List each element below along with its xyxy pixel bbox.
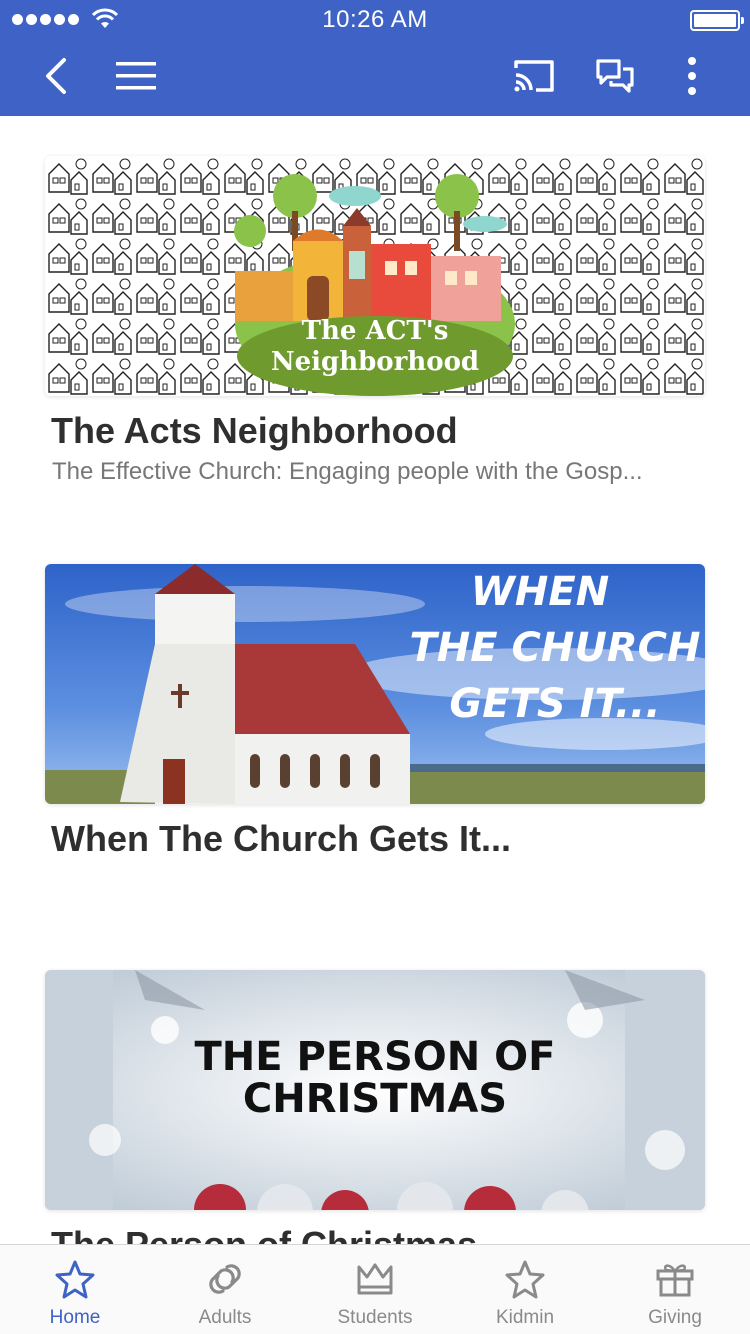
- artwork-line: THE PERSON OF: [194, 1034, 556, 1080]
- chat-button[interactable]: [590, 54, 640, 98]
- status-bar: 10:26 AM: [0, 0, 750, 40]
- tab-label: Kidmin: [495, 1307, 555, 1328]
- tab-home[interactable]: Home: [0, 1245, 150, 1334]
- artwork-line: WHEN: [470, 569, 610, 615]
- chat-icon: [596, 59, 634, 93]
- cast-button[interactable]: [508, 54, 560, 98]
- artwork-line: The ACT's: [301, 316, 449, 346]
- tab-giving[interactable]: Giving: [600, 1245, 750, 1334]
- tab-label: Home: [49, 1307, 101, 1328]
- link-icon: [209, 1264, 241, 1294]
- app-header: 10:26 AM: [0, 0, 750, 116]
- artwork-title: The ACT's Neighborhood: [235, 316, 515, 378]
- series-title[interactable]: When The Church Gets It...: [45, 818, 705, 860]
- series-subtitle: The Effective Church: Engaging people wi…: [52, 458, 643, 485]
- series-title[interactable]: The Person of Christmas: [45, 1224, 705, 1244]
- back-button[interactable]: [34, 54, 78, 98]
- series-artwork[interactable]: THE PERSON OF CHRISTMAS: [45, 970, 705, 1210]
- star-icon: [505, 1260, 545, 1299]
- series-card[interactable]: THE PERSON OF CHRISTMAS The Person of Ch…: [45, 970, 705, 1244]
- artwork-line: GETS IT...: [449, 681, 661, 727]
- series-artwork[interactable]: WHEN THE CHURCH GETS IT...: [45, 564, 705, 804]
- tab-adults[interactable]: Adults: [150, 1245, 300, 1334]
- tab-label: Giving: [648, 1307, 702, 1328]
- star-icon: [55, 1260, 95, 1299]
- more-options-button[interactable]: [670, 54, 714, 98]
- cast-icon: [514, 60, 554, 92]
- artwork-title: WHEN THE CHURCH GETS IT...: [405, 564, 705, 732]
- artwork-line: CHRISTMAS: [242, 1076, 508, 1122]
- back-icon: [46, 58, 66, 94]
- artwork-title: THE PERSON OF CHRISTMAS: [45, 1036, 705, 1120]
- battery-icon: [690, 10, 744, 31]
- menu-icon: [116, 62, 156, 90]
- artwork-line: Neighborhood: [270, 347, 480, 378]
- series-artwork[interactable]: The ACT's Neighborhood: [45, 156, 705, 396]
- series-card[interactable]: WHEN THE CHURCH GETS IT... When The Chur…: [45, 564, 705, 860]
- series-list: The ACT's Neighborhood The Acts Neighbor…: [0, 116, 750, 1244]
- tab-kidmin[interactable]: Kidmin: [450, 1245, 600, 1334]
- tab-label: Students: [337, 1307, 413, 1328]
- tab-students[interactable]: Students: [300, 1245, 450, 1334]
- artwork-line: THE CHURCH: [409, 625, 701, 671]
- more-vertical-icon: [688, 57, 696, 95]
- series-card[interactable]: The ACT's Neighborhood The Acts Neighbor…: [45, 156, 705, 486]
- crown-icon: [357, 1263, 393, 1295]
- series-title[interactable]: The Acts Neighborhood: [45, 410, 705, 452]
- menu-button[interactable]: [112, 54, 160, 98]
- tab-bar: Home Adults Students Kidmin Giving: [0, 1244, 750, 1334]
- status-time: 10:26 AM: [322, 6, 428, 33]
- gift-icon: [656, 1264, 694, 1297]
- tab-label: Adults: [198, 1307, 252, 1328]
